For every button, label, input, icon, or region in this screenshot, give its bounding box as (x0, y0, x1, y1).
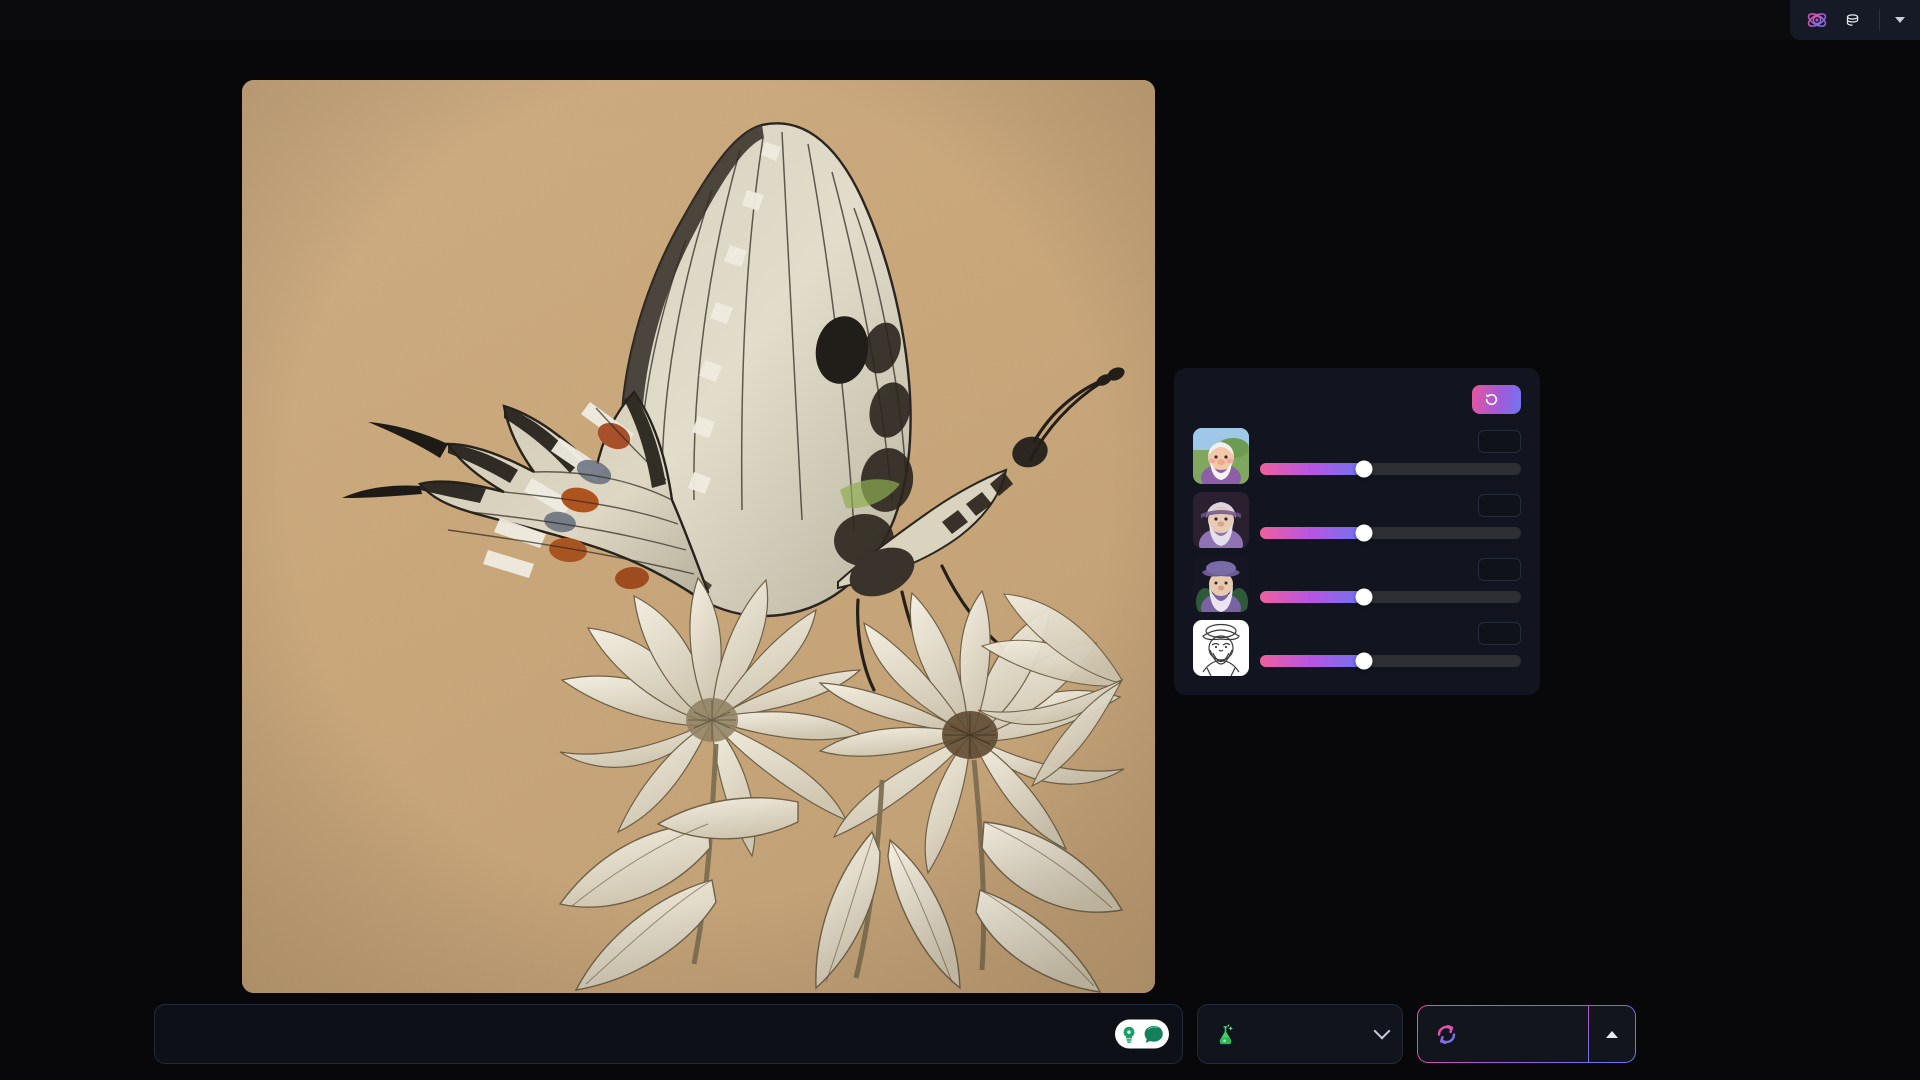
chevron-down-icon (1895, 17, 1905, 23)
creative-upscale-dropdown-button[interactable] (1880, 0, 1920, 40)
element-weight-slider[interactable] (1260, 460, 1521, 478)
top-bar (0, 0, 1920, 40)
coin-stack-icon (1846, 13, 1861, 28)
element-row (1193, 492, 1521, 548)
scholar-avatar-icon (1193, 556, 1249, 612)
element-value[interactable] (1478, 558, 1521, 581)
element-value[interactable] (1478, 622, 1521, 645)
chevron-down-icon (1373, 1022, 1391, 1040)
element-weight-slider[interactable] (1260, 588, 1521, 606)
elements-panel (1174, 368, 1540, 695)
reset-arrow-icon (1484, 392, 1499, 407)
prompt-input[interactable] (154, 1004, 1183, 1064)
random-seed-button-group (1417, 1005, 1636, 1063)
slider-thumb[interactable] (1355, 588, 1373, 606)
green-flask-icon (1214, 1023, 1237, 1046)
element-value[interactable] (1478, 430, 1521, 453)
element-weight-slider[interactable] (1260, 652, 1521, 670)
wizard-avatar-icon (1193, 492, 1249, 548)
element-weight-slider[interactable] (1260, 524, 1521, 542)
chevron-up-icon (1606, 1030, 1618, 1038)
reset-button[interactable] (1472, 385, 1521, 414)
slider-thumb[interactable] (1355, 652, 1373, 670)
elements-panel-header (1193, 385, 1521, 414)
atom-upscale-icon (1806, 9, 1828, 31)
random-seed-dropdown-button[interactable] (1589, 1006, 1635, 1062)
generated-image-canvas[interactable] (242, 80, 1155, 993)
element-row (1193, 556, 1521, 612)
idea-chat-toggle-icon[interactable] (1115, 1019, 1169, 1049)
token-chip (1846, 13, 1865, 28)
model-preset-select[interactable] (1197, 1004, 1403, 1064)
slider-thumb[interactable] (1355, 524, 1373, 542)
creative-upscale-group (1790, 0, 1920, 40)
random-seed-button[interactable] (1418, 1006, 1588, 1062)
lineart-avatar-icon (1193, 620, 1249, 676)
page-title (955, 10, 965, 31)
element-row (1193, 620, 1521, 676)
element-value[interactable] (1478, 494, 1521, 517)
creative-upscale-button[interactable] (1790, 0, 1879, 40)
gnome-avatar-icon (1193, 428, 1249, 484)
element-row (1193, 428, 1521, 484)
refresh-cycle-icon (1434, 1022, 1459, 1047)
bottom-toolbar (0, 988, 1920, 1080)
slider-thumb[interactable] (1355, 460, 1373, 478)
